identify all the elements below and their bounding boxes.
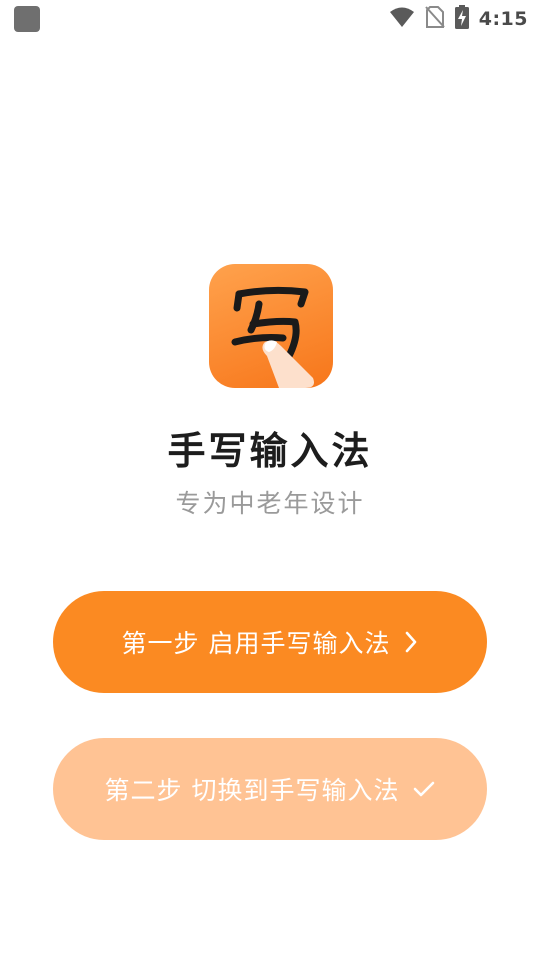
app-subtitle: 专为中老年设计 [175, 489, 365, 518]
app-notification-icon [14, 6, 40, 32]
status-time: 4:15 [478, 8, 528, 30]
enable-input-method-button[interactable]: 第一步 启用手写输入法 [53, 591, 487, 693]
app-title: 手写输入法 [167, 429, 373, 473]
handwriting-logo-icon [231, 286, 314, 388]
checkmark-icon [413, 780, 435, 798]
enable-input-method-label: 第一步 启用手写输入法 [121, 629, 391, 658]
screen: 4:15 手写输入法 专为中老年设计 第一步 启用手写输入法 第二步 切换到手写… [0, 0, 540, 960]
status-icons: 4:15 [389, 4, 528, 34]
chevron-right-icon [404, 630, 418, 654]
switch-input-method-button[interactable]: 第二步 切换到手写输入法 [53, 738, 487, 840]
no-sim-icon [424, 5, 445, 33]
switch-input-method-label: 第二步 切换到手写输入法 [104, 776, 400, 805]
battery-charging-icon [454, 5, 469, 33]
app-logo [209, 264, 333, 388]
wifi-icon [389, 6, 415, 32]
status-bar: 4:15 [0, 0, 540, 38]
